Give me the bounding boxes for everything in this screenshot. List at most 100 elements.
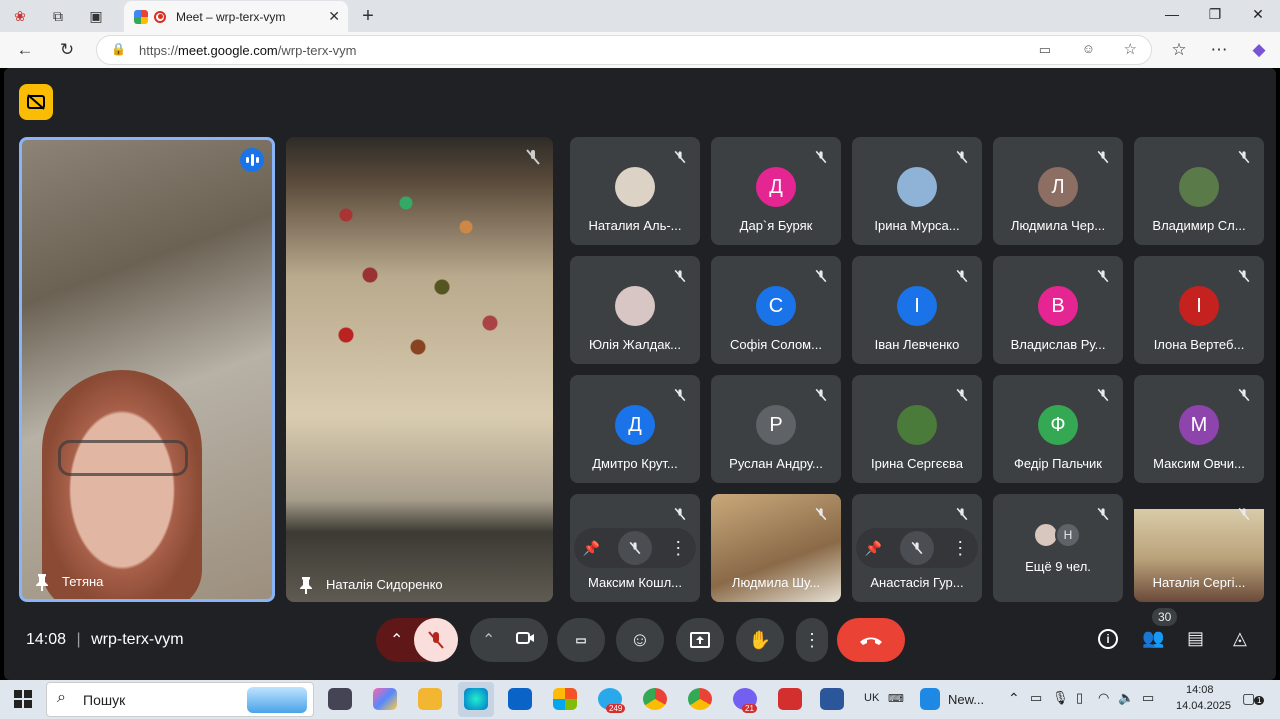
task-view-icon[interactable]: [328, 688, 352, 710]
profile-icon[interactable]: ❀: [10, 6, 30, 26]
language-indicator[interactable]: UK: [864, 692, 879, 704]
captions-button[interactable]: ▭: [557, 618, 605, 662]
avatar: І: [897, 286, 937, 326]
word-icon[interactable]: [820, 688, 844, 710]
workspaces-icon[interactable]: ⧉: [48, 6, 68, 26]
participant-tile[interactable]: Ф Федір Пальчик: [993, 375, 1123, 483]
edge-icon[interactable]: [464, 688, 488, 710]
participant-name: Максим Кошл...: [587, 575, 682, 590]
meeting-info-icon[interactable]: i: [1098, 629, 1118, 649]
minimize-icon[interactable]: —: [1162, 6, 1182, 22]
participant-name: Людмила Шу...: [731, 575, 821, 590]
participant-tile[interactable]: І Ілона Вертеб...: [1134, 256, 1264, 364]
clock-time[interactable]: 14:08: [1186, 684, 1214, 696]
camera-button[interactable]: [516, 630, 536, 651]
tab-meet[interactable]: Meet – wrp-terx-vym ✕: [124, 1, 348, 32]
participant-tile[interactable]: Наталия Аль-...: [570, 137, 700, 245]
activities-icon[interactable]: ◬: [1233, 628, 1247, 649]
participant-tile[interactable]: Юлія Жалдак...: [570, 256, 700, 364]
restore-icon[interactable]: ❐: [1205, 6, 1225, 23]
featured-tile-natalia-sydorenko[interactable]: Наталія Сидоренко: [286, 137, 553, 602]
avatar: Ф: [1038, 405, 1078, 445]
participant-tile[interactable]: 📌 ⋮ Максим Кошл...: [570, 494, 700, 602]
news-icon[interactable]: [920, 688, 940, 710]
pin-icon: [36, 574, 48, 591]
participant-tile[interactable]: Наталія Сергі...: [1134, 494, 1264, 602]
mic-options-chevron-icon[interactable]: ⌃: [390, 630, 403, 650]
favorites-icon[interactable]: ☆: [1168, 40, 1190, 60]
reader-icon[interactable]: ☺: [1082, 41, 1095, 56]
outlook-icon[interactable]: [508, 688, 532, 710]
wifi-icon[interactable]: ◠: [1098, 690, 1109, 706]
avatar: [615, 286, 655, 326]
tile-hover-controls: 📌 ⋮: [856, 528, 978, 568]
tray-camera-icon[interactable]: ▯: [1076, 690, 1083, 706]
browser-tabbar: ❀ ⧉ ▣ Meet – wrp-terx-vym ✕ + — ❐ ✕: [0, 0, 1280, 32]
participant-tile[interactable]: В Владислав Ру...: [993, 256, 1123, 364]
mic-off-icon: [1095, 268, 1111, 289]
featured-tile-tetiana[interactable]: Тетяна: [19, 137, 275, 602]
chat-icon[interactable]: ▤: [1187, 628, 1204, 649]
raise-hand-button[interactable]: ✋: [736, 618, 784, 662]
participant-tile[interactable]: Ірина Сергєєва: [852, 375, 982, 483]
participant-tile[interactable]: Владимир Сл...: [1134, 137, 1264, 245]
url-field[interactable]: 🔒 https://meet.google.com/wrp-terx-vym ▭…: [96, 35, 1152, 65]
store-icon[interactable]: [553, 688, 577, 710]
leave-call-button[interactable]: [837, 618, 905, 662]
tray-chevron-icon[interactable]: ⌃: [1008, 690, 1020, 707]
people-icon[interactable]: 👥: [1142, 628, 1164, 649]
back-icon[interactable]: ←: [14, 40, 36, 60]
close-tab-icon[interactable]: ✕: [328, 8, 340, 25]
emoji-button[interactable]: ☺: [616, 618, 664, 662]
camera-permission-icon[interactable]: ▭: [1039, 42, 1051, 58]
battery-icon[interactable]: ▭: [1142, 690, 1154, 706]
more-vert-icon[interactable]: ⋮: [669, 538, 687, 559]
participant-tile[interactable]: Р Руслан Андру...: [711, 375, 841, 483]
tab-actions-icon[interactable]: ▣: [86, 6, 106, 26]
tray-meet-icon[interactable]: ▭: [1030, 690, 1042, 706]
participant-tile[interactable]: Людмила Шу...: [711, 494, 841, 602]
camera-options-chevron-icon[interactable]: ⌃: [482, 630, 495, 650]
volume-icon[interactable]: 🔈: [1118, 690, 1134, 706]
pin-icon[interactable]: 📌: [583, 540, 600, 557]
participant-tile[interactable]: Н Ещё 9 чел.: [993, 494, 1123, 602]
participant-tile[interactable]: Д Дар`я Буряк: [711, 137, 841, 245]
mute-participant-icon[interactable]: [899, 531, 934, 565]
acrobat-icon[interactable]: [778, 688, 802, 710]
captions-off-icon[interactable]: [19, 84, 53, 120]
participant-tile[interactable]: Л Людмила Чер...: [993, 137, 1123, 245]
file-explorer-icon[interactable]: [418, 688, 442, 710]
favorite-star-icon[interactable]: ☆: [1124, 40, 1137, 58]
participant-name: Руслан Андру...: [729, 456, 823, 471]
participant-tile[interactable]: 📌 ⋮ Анастасія Гур...: [852, 494, 982, 602]
news-label[interactable]: New...: [948, 692, 984, 707]
participant-tile[interactable]: Д Дмитро Крут...: [570, 375, 700, 483]
tray-mic-icon[interactable]: 🎙: [1052, 690, 1069, 706]
participant-tile[interactable]: І Іван Левченко: [852, 256, 982, 364]
pin-icon[interactable]: 📌: [865, 540, 882, 557]
mic-off-icon: [813, 149, 829, 170]
windows-start-icon[interactable]: [14, 690, 32, 713]
keyboard-icon[interactable]: ⌨: [888, 692, 904, 705]
reload-icon[interactable]: ↻: [56, 40, 78, 60]
chrome-profile-icon[interactable]: [688, 688, 712, 710]
participant-tile[interactable]: С Софія Солом...: [711, 256, 841, 364]
meet-control-bar: 14:08 | wrp-terx-vym ⌃ ⌃ ▭ ☺ ✋ ⋮ i 30 👥 …: [4, 608, 1276, 680]
more-options-button[interactable]: ⋮: [796, 618, 828, 662]
clock-date[interactable]: 14.04.2025: [1176, 700, 1231, 712]
mute-participant-icon[interactable]: [617, 531, 652, 565]
close-window-icon[interactable]: ✕: [1248, 6, 1268, 23]
copilot-app-icon[interactable]: [373, 688, 397, 710]
chrome-icon[interactable]: [643, 688, 667, 710]
participant-tile[interactable]: Ірина Мурса...: [852, 137, 982, 245]
mic-off-icon: [672, 149, 688, 170]
menu-dots-icon[interactable]: ⋯: [1208, 40, 1230, 60]
participant-tile[interactable]: М Максим Овчи...: [1134, 375, 1264, 483]
present-button[interactable]: [676, 618, 724, 662]
avatar: Д: [756, 167, 796, 207]
new-tab-icon[interactable]: +: [358, 6, 378, 26]
more-vert-icon[interactable]: ⋮: [951, 538, 969, 559]
mic-off-button[interactable]: [414, 618, 458, 662]
taskbar-search[interactable]: ⌕ Пошук: [46, 682, 314, 717]
copilot-icon[interactable]: ◆: [1248, 40, 1270, 60]
